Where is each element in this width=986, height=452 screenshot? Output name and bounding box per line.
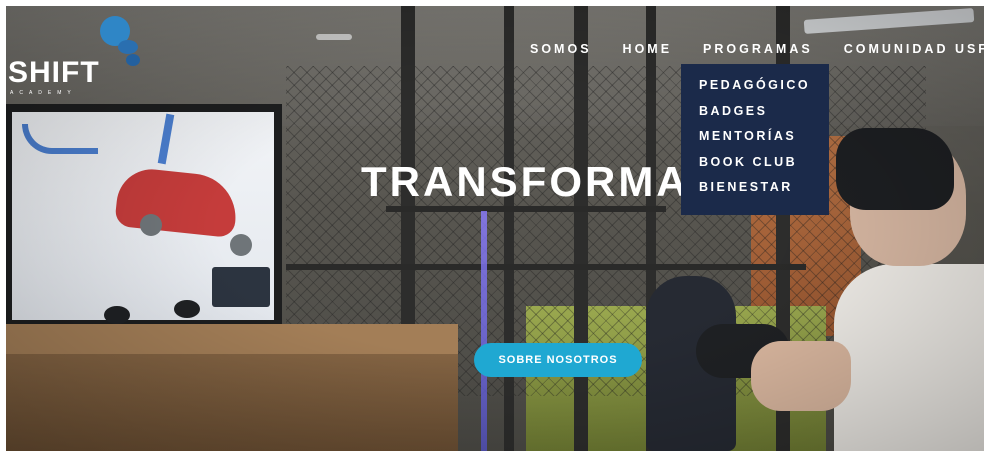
dropdown-item-book-club[interactable]: BOOK CLUB [681,155,829,181]
programas-dropdown-menu: PEDAGÓGICO BADGES MENTORÍAS BOOK CLUB BI… [681,64,829,215]
site-logo[interactable]: SHIFT ACADEMY [6,12,146,96]
dropdown-item-bienestar[interactable]: BIENESTAR [681,180,829,206]
nav-item-programas[interactable]: PROGRAMAS [703,42,813,56]
hero-title: TRANSFORMA [361,158,690,205]
dropdown-item-pedagogico[interactable]: PEDAGÓGICO [681,78,829,104]
logo-text: SHIFT [8,56,100,89]
dropdown-item-badges[interactable]: BADGES [681,104,829,130]
nav-item-comunidad-usfq[interactable]: COMUNIDAD USFQ [844,42,984,56]
sobre-nosotros-button[interactable]: SOBRE NOSOTROS [474,343,642,377]
logo-subtext: ACADEMY [10,90,77,96]
nav-item-home[interactable]: HOME [623,42,673,56]
main-nav: SOMOS HOME PROGRAMAS COMUNIDAD USFQ [530,42,984,56]
nav-item-somos[interactable]: SOMOS [530,42,592,56]
dropdown-item-mentorias[interactable]: MENTORÍAS [681,129,829,155]
hero-section: SHIFT ACADEMY SOMOS HOME PROGRAMAS COMUN… [6,6,984,451]
